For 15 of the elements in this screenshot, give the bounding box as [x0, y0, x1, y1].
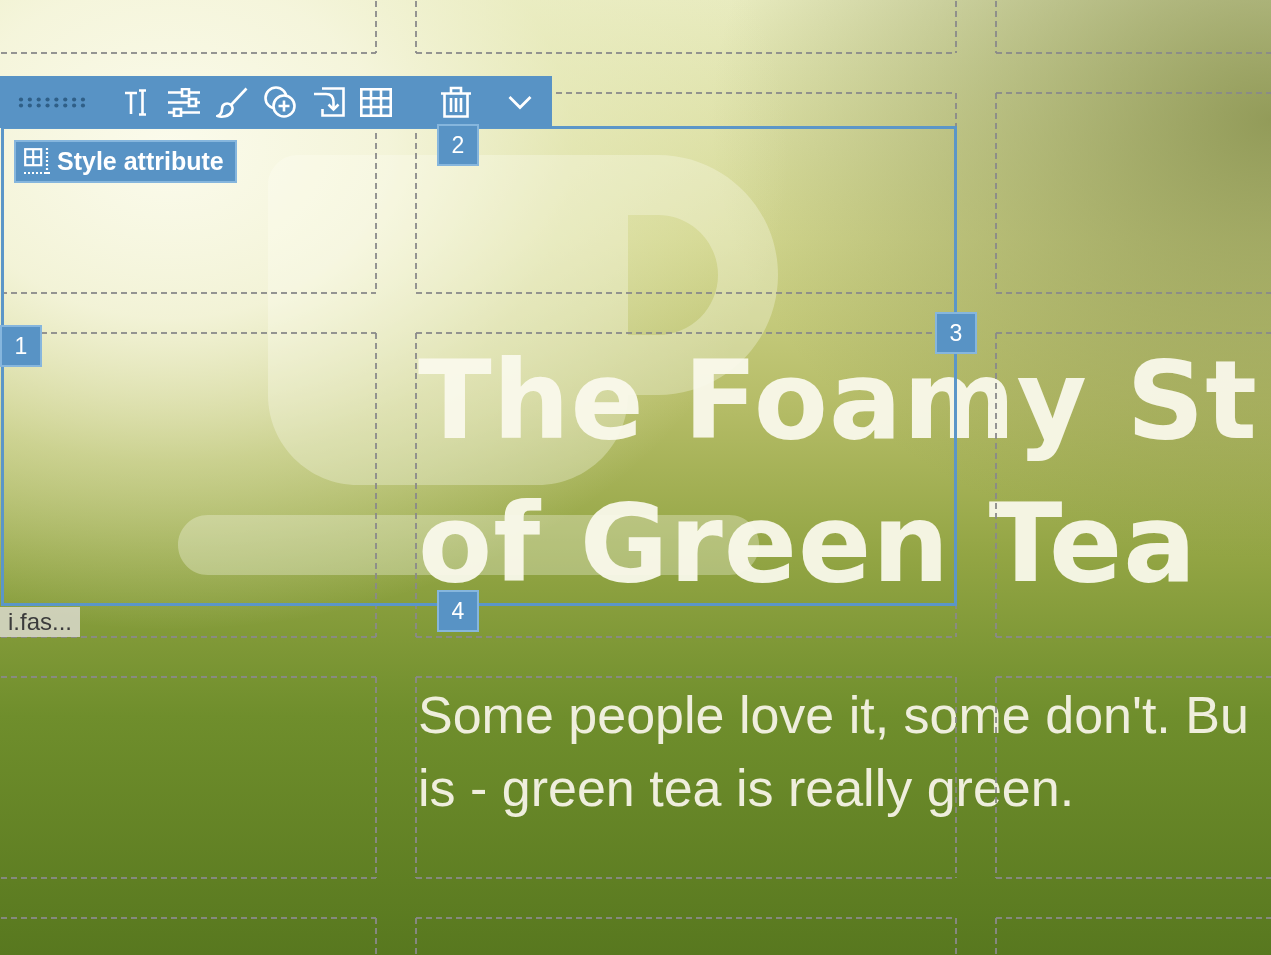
resize-handle[interactable]: 2 [437, 124, 479, 166]
sliders-icon[interactable] [168, 87, 200, 117]
resize-handle[interactable]: 4 [437, 590, 479, 632]
circle-plus-icon[interactable] [264, 86, 296, 118]
trash-icon[interactable] [440, 86, 472, 118]
intro-paragraph: Some people love it, some don't. Bu is - green tea is really green. [418, 685, 1250, 819]
grid-dotted-icon [24, 148, 50, 175]
brush-icon[interactable] [216, 86, 248, 118]
style-attribute-button[interactable]: Style attribute [14, 140, 237, 183]
resize-handle[interactable]: 1 [0, 325, 42, 367]
arrow-into-box-icon[interactable] [313, 87, 345, 117]
element-tag: i.fas... [0, 607, 81, 637]
chevron-down-icon[interactable] [508, 94, 532, 110]
drag-handle-icon[interactable] [18, 96, 86, 108]
grid-icon[interactable] [360, 87, 392, 117]
